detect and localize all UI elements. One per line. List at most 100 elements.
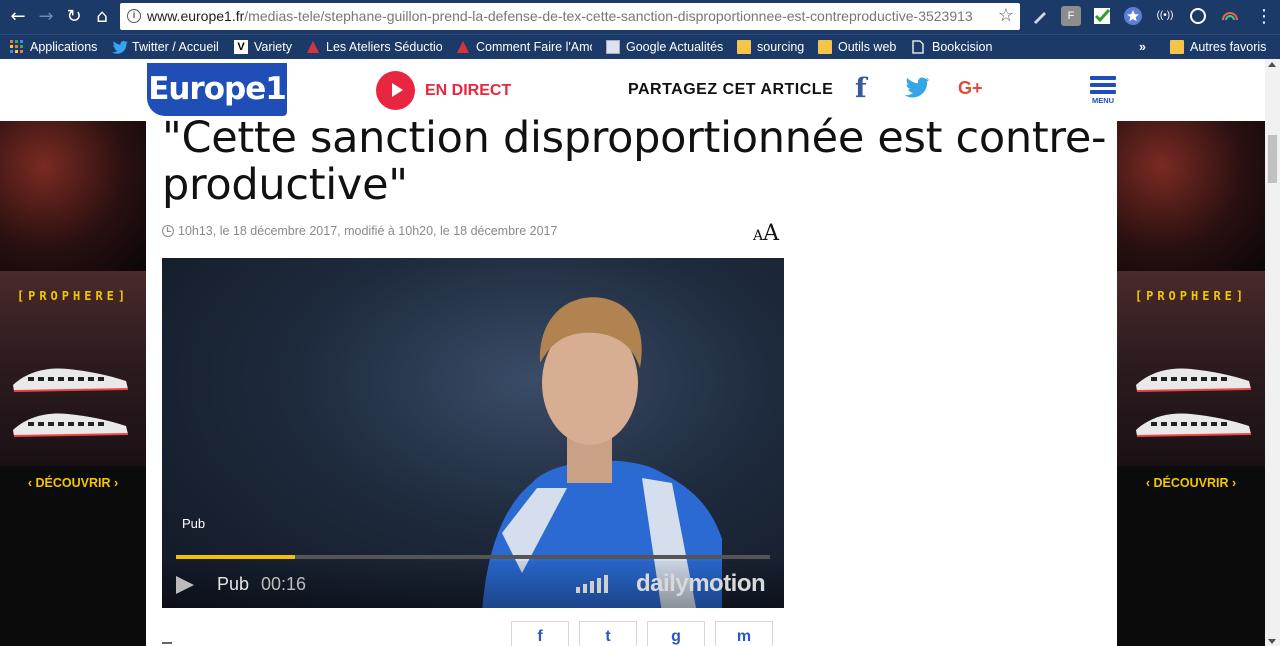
scroll-down-arrow-icon[interactable] — [1268, 639, 1276, 644]
bookmark-label: Les Ateliers Séductior — [326, 40, 442, 54]
pen-extension-icon[interactable] — [1030, 6, 1050, 26]
f-extension-icon[interactable]: F — [1061, 6, 1081, 26]
address-bar[interactable]: i www.europe1.fr/medias-tele/stephane-gu… — [120, 3, 1020, 30]
font-size-toggle[interactable]: AA — [753, 221, 779, 246]
bookmark-label: Comment Faire l'Amc — [476, 40, 592, 54]
broadcast-extension-icon[interactable]: ((•)) — [1155, 6, 1175, 26]
ad-background — [1117, 121, 1265, 271]
share-googleplus-button[interactable]: g — [647, 621, 705, 646]
news-icon — [606, 40, 620, 54]
home-icon[interactable]: ⌂ — [90, 5, 114, 29]
clock-icon — [162, 225, 174, 237]
forward-icon[interactable]: → — [34, 5, 58, 29]
bookmarks-bar: Applications Twitter / Accueil V Variety… — [0, 34, 1280, 59]
site-info-icon[interactable]: i — [127, 9, 141, 23]
video-player[interactable]: Pub Pub 00:16 dailymotion — [162, 258, 784, 608]
hamburger-icon-bar — [1090, 90, 1116, 94]
bookmark-variety[interactable]: V Variety — [234, 38, 292, 56]
messenger-icon: m — [736, 628, 752, 645]
hamburger-icon — [1090, 76, 1116, 80]
scrollbar-thumb[interactable] — [1268, 135, 1277, 183]
font-size-big-label: A — [763, 221, 780, 246]
ad-brand-label: [PROPHERE] — [1134, 289, 1248, 303]
article-meta: 10h13, le 18 décembre 2017, modifié à 10… — [162, 224, 557, 238]
evernote-extension-icon[interactable] — [1188, 6, 1208, 26]
url-host: www.europe1.fr — [147, 8, 245, 24]
live-button[interactable]: EN DIRECT — [376, 71, 511, 110]
discover-button[interactable]: ‹ DÉCOUVRIR › — [1117, 476, 1265, 490]
facebook-icon: f — [537, 628, 543, 645]
site-header: Europe1 EN DIRECT PARTAGEZ CET ARTICLE f… — [0, 59, 1265, 121]
bookmark-ateliers[interactable]: Les Ateliers Séductior — [306, 38, 442, 56]
bookmark-star-icon[interactable]: ☆ — [998, 5, 1014, 26]
twitter-icon: t — [605, 628, 611, 645]
googleplus-icon: g — [671, 628, 681, 645]
chrome-menu-icon[interactable]: ⋮ — [1252, 5, 1276, 29]
bookmark-applications[interactable]: Applications — [10, 38, 97, 56]
rainbow-extension-icon[interactable] — [1220, 6, 1240, 26]
url-path: /medias-tele/stephane-guillon-prend-la-d… — [244, 8, 973, 24]
video-frame-image — [482, 297, 722, 608]
bookmarks-overflow-button[interactable]: » — [1139, 38, 1146, 56]
bookmark-outils-web[interactable]: Outils web — [818, 38, 896, 56]
bookmark-sourcing[interactable]: sourcing — [737, 38, 804, 56]
scroll-up-arrow-icon[interactable] — [1268, 62, 1276, 67]
quality-signal-icon[interactable] — [576, 575, 608, 593]
url-text[interactable]: www.europe1.fr/medias-tele/stephane-guil… — [147, 8, 987, 24]
twitter-bird-icon — [112, 40, 128, 54]
ad-footer — [1117, 466, 1265, 646]
hamburger-icon-bar — [1090, 83, 1116, 87]
right-side-ad[interactable]: [PROPHERE] ‹ DÉCOUVRIR › — [1117, 121, 1265, 646]
page-icon — [912, 40, 926, 54]
left-side-ad[interactable]: [PROPHERE] ‹ DÉCOUVRIR › — [0, 121, 146, 646]
sneaker-image — [13, 368, 129, 392]
share-article-label: PARTAGEZ CET ARTICLE — [628, 81, 834, 98]
video-controls: Pub 00:16 dailymotion — [162, 561, 784, 608]
variety-logo-icon: V — [234, 40, 248, 54]
sneaker-image — [1136, 413, 1252, 437]
ad-brand-label: [PROPHERE] — [16, 289, 130, 303]
menu-button[interactable]: MENU — [1090, 76, 1116, 110]
bookmark-twitter[interactable]: Twitter / Accueil — [112, 38, 219, 56]
star-extension-icon[interactable] — [1123, 6, 1143, 26]
bookmark-bookcision[interactable]: Bookcision — [912, 38, 992, 56]
sneaker-image — [1136, 368, 1252, 392]
back-icon[interactable]: ← — [6, 5, 30, 29]
ad-footer — [0, 466, 146, 646]
video-progress-bar[interactable] — [176, 555, 770, 559]
web-page: Europe1 EN DIRECT PARTAGEZ CET ARTICLE f… — [0, 59, 1265, 646]
bookmark-label: Bookcision — [932, 40, 993, 54]
discover-button[interactable]: ‹ DÉCOUVRIR › — [0, 476, 146, 490]
europe1-logo[interactable]: Europe1 — [147, 63, 287, 116]
reload-icon[interactable]: ↻ — [62, 5, 86, 29]
share-twitter-button[interactable]: t — [579, 621, 637, 646]
article-title: "Cette sanction disproportionnée est con… — [162, 113, 1107, 210]
bookmark-label: Outils web — [838, 40, 897, 54]
font-size-small-label: A — [753, 228, 764, 244]
ad-label: Pub — [217, 574, 250, 594]
play-icon[interactable] — [176, 576, 194, 594]
facebook-share-icon[interactable]: f — [855, 73, 867, 104]
play-circle-icon — [376, 71, 415, 110]
bookmark-google-actualites[interactable]: Google Actualités — [606, 38, 723, 56]
ad-overlay-label: Pub — [182, 516, 206, 531]
menu-label: MENU — [1091, 96, 1115, 105]
bookmark-label: Variety — [254, 40, 292, 54]
twitter-share-icon[interactable] — [904, 76, 930, 103]
page-scrollbar[interactable] — [1265, 59, 1280, 646]
separator — [162, 642, 172, 644]
checkmark-extension-icon[interactable] — [1092, 6, 1112, 26]
sneaker-image — [13, 413, 129, 437]
folder-icon — [737, 40, 751, 54]
bookmark-label: Applications — [30, 40, 98, 54]
share-messenger-button[interactable]: m — [715, 621, 773, 646]
bookmark-autres-favoris[interactable]: Autres favoris — [1170, 38, 1266, 56]
live-label: EN DIRECT — [425, 81, 512, 99]
bookmark-comment-faire[interactable]: Comment Faire l'Amc — [456, 38, 592, 56]
dailymotion-logo[interactable]: dailymotion — [636, 570, 766, 598]
googleplus-share-icon[interactable]: G+ — [958, 78, 983, 99]
red-logo-icon — [306, 40, 320, 54]
share-facebook-button[interactable]: f — [511, 621, 569, 646]
bookmark-label: Twitter / Accueil — [132, 40, 219, 54]
bookmark-label: Autres favoris — [1190, 40, 1267, 54]
